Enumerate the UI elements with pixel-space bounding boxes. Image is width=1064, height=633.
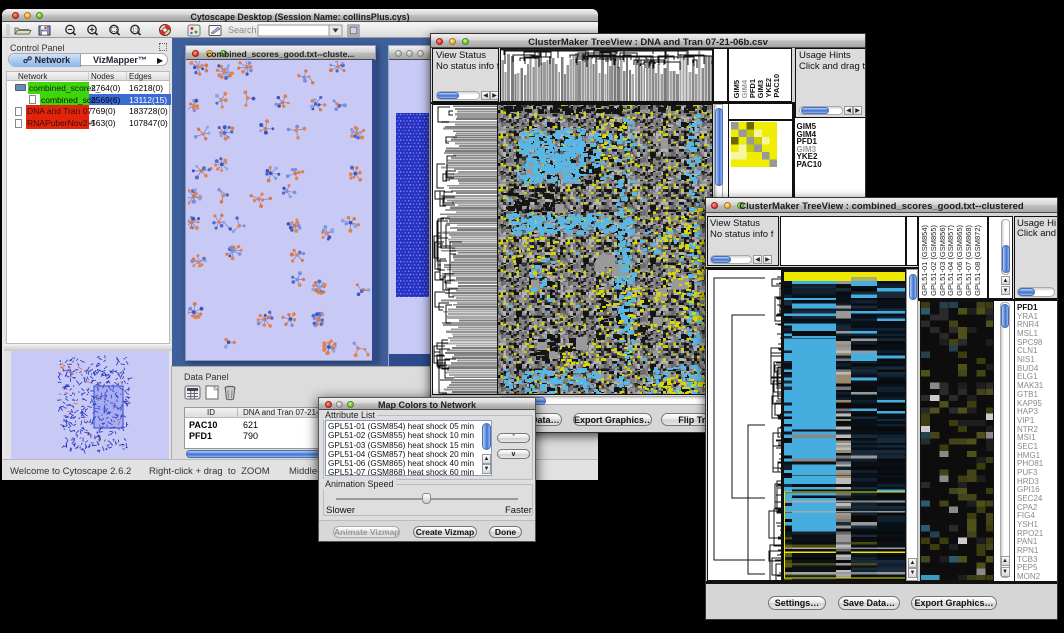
svg-text:Search:: Search: [228, 25, 259, 35]
svg-text:1:1: 1:1 [132, 28, 139, 34]
